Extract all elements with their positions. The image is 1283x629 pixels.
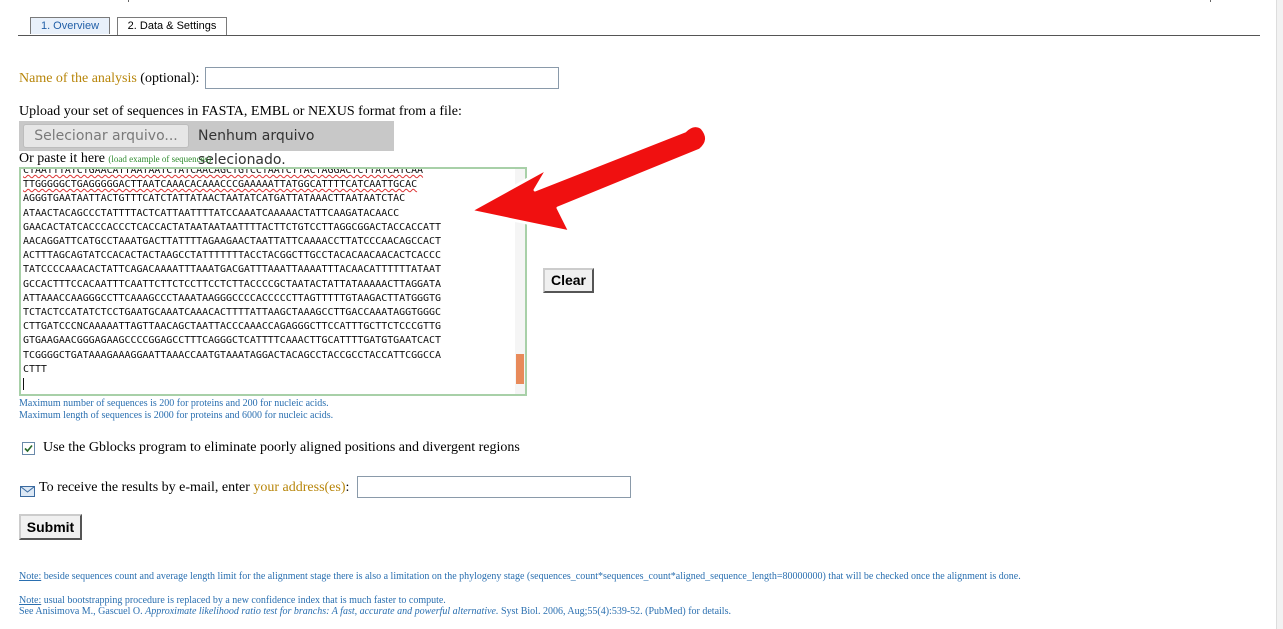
analysis-name-input[interactable]	[205, 67, 559, 89]
top-border	[0, 0, 1283, 2]
file-upload: Selecionar arquivo... Nenhum arquivo sel…	[19, 121, 394, 168]
note-bootstrap: Note: usual bootstrapping procedure is r…	[19, 595, 446, 606]
email-input[interactable]	[357, 476, 631, 498]
sequence-line: GCCACTTTCCACAATTTCAATTCTTCTCCTTCCTCTTACC…	[23, 278, 441, 290]
sequence-line: TATCCCCAAACACTATTCAGACAAAATTTAAATGACGATT…	[23, 264, 441, 276]
sequence-line: GAACACTATCACCCACCCTCACCACTATAATAATAATTTT…	[23, 221, 441, 233]
textarea-scrollbar[interactable]	[515, 169, 525, 394]
analysis-name-label: Name of the analysis (optional):	[19, 71, 199, 87]
sequence-line: TTGGGGGCTGAGGGGGACTTAATCAAACACAAACCCGAAA…	[23, 179, 418, 191]
upload-label: Upload your set of sequences in FASTA, E…	[19, 104, 462, 119]
note-reference: See Anisimova M., Gascuel O. Approximate…	[19, 606, 731, 617]
note-1-prefix: Note:	[19, 571, 42, 582]
note-2-text: usual bootstrapping procedure is replace…	[41, 595, 446, 606]
limits-info: Maximum number of sequences is 200 for p…	[19, 398, 333, 422]
gblocks-checkbox[interactable]	[22, 442, 35, 455]
load-example-link[interactable]: (load example of sequences)	[108, 154, 211, 164]
sequence-line: CTTT	[23, 363, 47, 375]
clear-button[interactable]: Clear	[543, 268, 594, 293]
sequence-line: CTTGATCCCNCAAAAATTAGTTAACAGCTAATTACCCAAA…	[23, 321, 441, 333]
sequence-line: ATAACTACAGCCCTATTTTACTCATTAATTTTATCCAAAT…	[23, 207, 400, 219]
sequence-text: CTAATTTATCTGAACATTAATAATCTATCAACAGCTGTCC…	[21, 167, 517, 391]
tab-overview[interactable]: 1. Overview	[30, 17, 110, 34]
note-phylogeny: Note: beside sequences count and average…	[19, 571, 1021, 582]
mail-icon	[20, 484, 35, 502]
text-cursor	[23, 378, 24, 391]
file-status: Nenhum arquivo selecionado.	[198, 128, 315, 168]
sequence-line: TCTACTCCATATCTCCTGAATGCAAATCAAACACTTTTAT…	[23, 307, 441, 319]
sequence-line: TCGGGGCTGATAAAGAAAGGAATTAAACCAATGTAAATAG…	[23, 349, 441, 361]
paste-label-text: Or paste it here	[19, 151, 105, 166]
note-2-prefix: Note:	[19, 595, 42, 606]
sequence-line: ATTAAACCAAGGGCCTTCAAAGCCCTAAATAAGGGCCCCA…	[23, 292, 441, 304]
note-1-text: beside sequences count and average lengt…	[41, 571, 1021, 582]
limit-length: Maximum length of sequences is 2000 for …	[19, 410, 334, 421]
sequence-line: ACTTTAGCAGTATCCACACTACTAAGCCTATTTTTTTACC…	[23, 250, 441, 262]
sequence-line: AACAGGATTCATGCCTAAATGACTTATTTTAGAAGAACTA…	[23, 236, 441, 248]
textarea-scroll-thumb[interactable]	[516, 354, 524, 384]
page-scrollbar[interactable]	[1276, 0, 1283, 629]
gblocks-label: Use the Gblocks program to eliminate poo…	[43, 440, 520, 455]
sequence-line: CTAATTTATCTGAACATTAATAATCTATCAACAGCTGTCC…	[23, 167, 424, 176]
check-icon	[24, 444, 33, 453]
sequence-line: GTGAAGAACGGGAGAAGCCCCGGAGCCTTTCAGGGCTCAT…	[23, 335, 441, 347]
limit-count: Maximum number of sequences is 200 for p…	[19, 398, 329, 409]
analysis-name-label-main: Name of the analysis	[19, 71, 137, 86]
email-label-colon: :	[345, 480, 350, 495]
tab-data-settings[interactable]: 2. Data & Settings	[117, 17, 227, 36]
submit-button[interactable]: Submit	[19, 514, 82, 540]
email-label-start: To receive the results by e-mail, enter	[39, 480, 250, 495]
sequence-textarea[interactable]: CTAATTTATCTGAACATTAATAATCTATCAACAGCTGTCC…	[19, 167, 527, 396]
sequence-line: AGGGTGAATAATTACTGTTTCATCTATTATAACTAATATC…	[23, 193, 406, 205]
tab-underline	[18, 35, 1260, 36]
top-tick-right	[1210, 0, 1211, 2]
note-3-journal: Syst Biol. 2006, Aug;55(4):539-52. (PubM…	[498, 606, 731, 617]
note-3-title: Approximate likelihood ratio test for br…	[145, 606, 499, 617]
analysis-name-label-optional: (optional):	[140, 71, 200, 86]
note-3-authors: See Anisimova M., Gascuel O.	[19, 606, 146, 617]
top-tick-left	[128, 0, 129, 2]
email-label: To receive the results by e-mail, enter …	[39, 480, 349, 496]
paste-label: Or paste it here (load example of sequen…	[19, 151, 211, 167]
email-address-link: your address(es)	[253, 480, 346, 495]
choose-file-button[interactable]: Selecionar arquivo...	[23, 124, 189, 148]
